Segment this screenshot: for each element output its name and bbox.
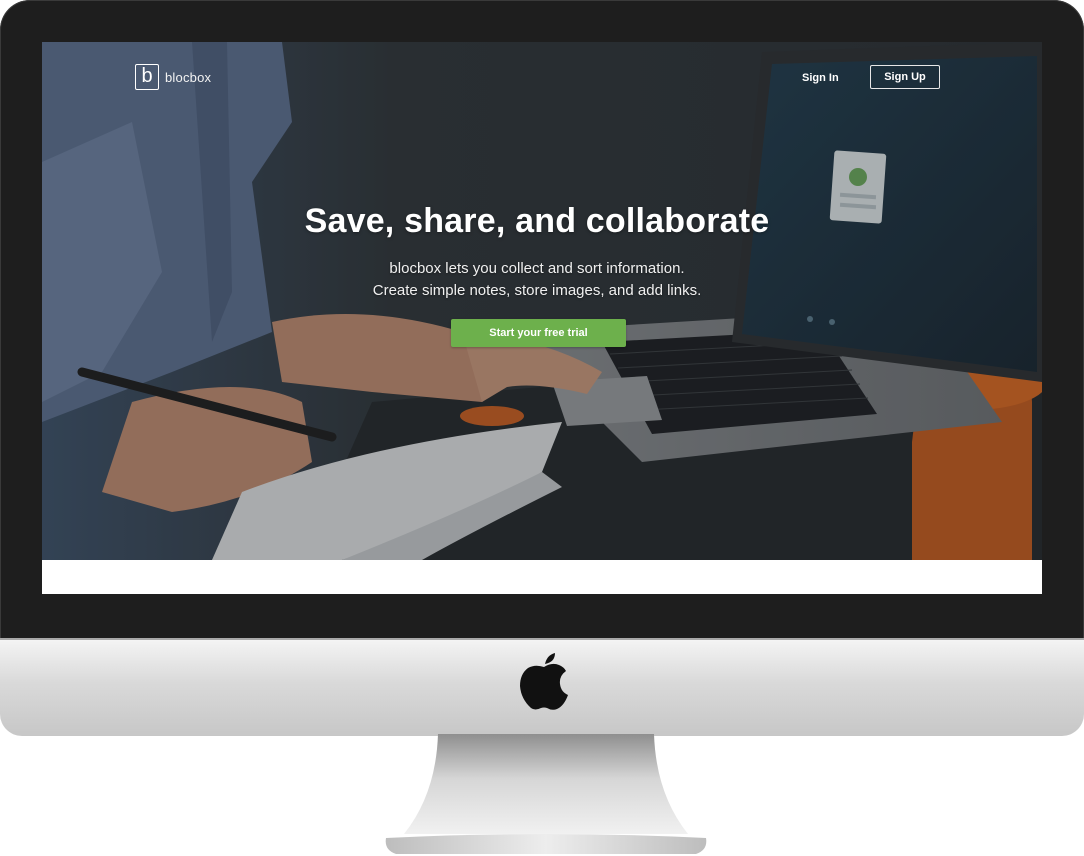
- hero-dark-overlay: [42, 42, 1042, 560]
- brand-logo[interactable]: b blocbox: [135, 64, 211, 90]
- start-free-trial-button[interactable]: Start your free trial: [451, 319, 626, 347]
- apple-logo-icon: [520, 653, 568, 710]
- sign-up-button[interactable]: Sign Up: [870, 65, 940, 89]
- hero-subline-2: Create simple notes, store images, and a…: [372, 282, 702, 299]
- brand-mark-icon: b: [135, 64, 159, 90]
- brand-name: blocbox: [165, 69, 212, 85]
- monitor-screen: b blocbox Sign In Sign Up Save, share, a…: [42, 42, 1042, 594]
- hero-subline-1: blocbox lets you collect and sort inform…: [389, 260, 685, 277]
- monitor-stand: [385, 734, 707, 854]
- hero-section: b blocbox Sign In Sign Up Save, share, a…: [42, 42, 1042, 560]
- hero-headline: Save, share, and collaborate: [304, 202, 770, 240]
- content-area: [42, 560, 1042, 594]
- imac-mockup: b blocbox Sign In Sign Up Save, share, a…: [0, 0, 1084, 856]
- sign-in-link[interactable]: Sign In: [802, 72, 839, 84]
